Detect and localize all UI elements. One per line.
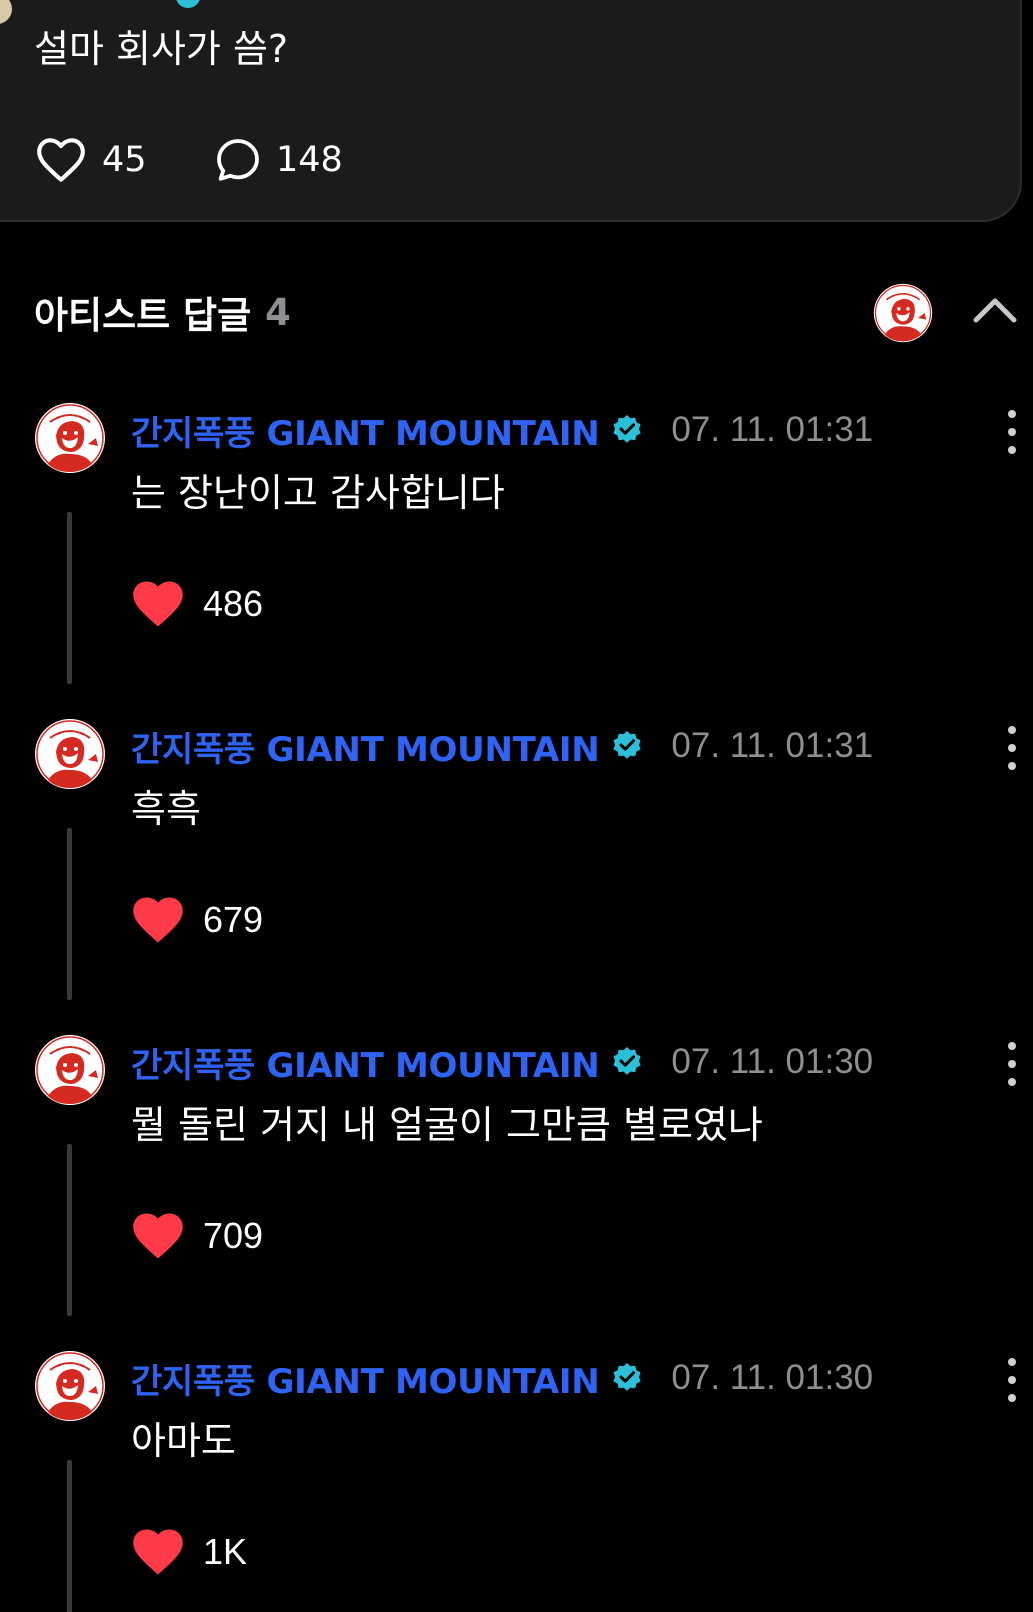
section-count: 4 — [265, 290, 291, 334]
reply-author-name[interactable]: 간지폭풍 GIANT MOUNTAIN — [131, 406, 600, 455]
reply-like-count: 709 — [203, 1215, 264, 1256]
reply-author-avatar[interactable] — [34, 718, 106, 790]
more-vertical-icon[interactable] — [998, 726, 1026, 770]
reply-timestamp: 07. 11. 01:30 — [671, 1042, 874, 1081]
reply-author-name[interactable]: 간지폭풍 GIANT MOUNTAIN — [131, 1038, 600, 1087]
chevron-up-icon[interactable] — [970, 290, 1020, 330]
heart-outline-icon — [37, 138, 85, 182]
post-like-button[interactable]: 45 — [34, 132, 147, 188]
heart-filled-icon — [131, 1527, 185, 1577]
reply-author-name[interactable]: 간지폭풍 GIANT MOUNTAIN — [131, 722, 600, 771]
more-vertical-icon[interactable] — [998, 410, 1026, 454]
more-vertical-icon[interactable] — [998, 1042, 1026, 1086]
reply-text: 는 장난이고 감사합니다 — [131, 471, 505, 515]
thread-line — [67, 828, 72, 1000]
verified-badge-icon — [611, 414, 643, 446]
reply-like-count: 1K — [203, 1531, 248, 1572]
reply-text: 뭘 돌린 거지 내 얼굴이 그만큼 별로였나 — [131, 1103, 763, 1147]
reply-timestamp: 07. 11. 01:30 — [671, 1358, 874, 1397]
thread-line — [67, 1460, 72, 1612]
verified-badge-icon — [611, 1362, 643, 1394]
verified-badge-icon — [611, 730, 643, 762]
thread-line — [67, 512, 72, 684]
reply-item: 간지폭풍 GIANT MOUNTAIN 07. 11. 01:30 뭘 돌린 거… — [0, 1034, 1033, 1350]
post-text: 설마 회사가 씀? — [34, 27, 289, 71]
reply-timestamp: 07. 11. 01:31 — [671, 410, 874, 449]
reply-item: 간지폭풍 GIANT MOUNTAIN 07. 11. 01:31 는 장난이고… — [0, 402, 1033, 718]
reply-timestamp: 07. 11. 01:31 — [671, 726, 874, 765]
heart-filled-icon — [131, 895, 185, 945]
artist-avatar[interactable] — [873, 283, 933, 343]
verified-badge-icon — [611, 1046, 643, 1078]
reply-like-count: 486 — [203, 583, 264, 624]
reply-like-button[interactable]: 486 — [131, 576, 263, 632]
reply-author-name[interactable]: 간지폭풍 GIANT MOUNTAIN — [131, 1354, 600, 1403]
reply-meta: 간지폭풍 GIANT MOUNTAIN 07. 11. 01:31 — [131, 722, 874, 771]
reply-text: 흑흑 — [131, 787, 201, 831]
reply-like-button[interactable]: 709 — [131, 1208, 263, 1264]
heart-filled-icon — [131, 579, 185, 629]
reply-like-button[interactable]: 1K — [131, 1524, 247, 1580]
screen: 설마 회사가 씀? 45 148 아티스트 답글 4 간지폭풍 GIANT MO… — [0, 0, 1033, 1612]
reply-meta: 간지폭풍 GIANT MOUNTAIN 07. 11. 01:30 — [131, 1038, 874, 1087]
reply-author-avatar[interactable] — [34, 1350, 106, 1422]
post-comment-count: 148 — [276, 140, 343, 180]
more-vertical-icon[interactable] — [998, 1358, 1026, 1402]
post-like-count: 45 — [102, 140, 147, 180]
thread-line — [67, 1144, 72, 1316]
speech-bubble-icon — [217, 139, 259, 181]
reply-author-avatar[interactable] — [34, 402, 106, 474]
reply-like-count: 679 — [203, 899, 264, 940]
artist-replies-header: 아티스트 답글 4 — [34, 282, 291, 342]
reply-item: 간지폭풍 GIANT MOUNTAIN 07. 11. 01:30 아마도 1K — [0, 1350, 1033, 1612]
reply-meta: 간지폭풍 GIANT MOUNTAIN 07. 11. 01:31 — [131, 406, 874, 455]
reply-like-button[interactable]: 679 — [131, 892, 263, 948]
heart-filled-icon — [131, 1211, 185, 1261]
post-comment-button[interactable]: 148 — [214, 132, 343, 188]
reply-text: 아마도 — [131, 1419, 236, 1463]
reply-author-avatar[interactable] — [34, 1034, 106, 1106]
section-title: 아티스트 답글 — [34, 294, 252, 337]
reply-meta: 간지폭풍 GIANT MOUNTAIN 07. 11. 01:30 — [131, 1354, 874, 1403]
reply-item: 간지폭풍 GIANT MOUNTAIN 07. 11. 01:31 흑흑 679 — [0, 718, 1033, 1034]
